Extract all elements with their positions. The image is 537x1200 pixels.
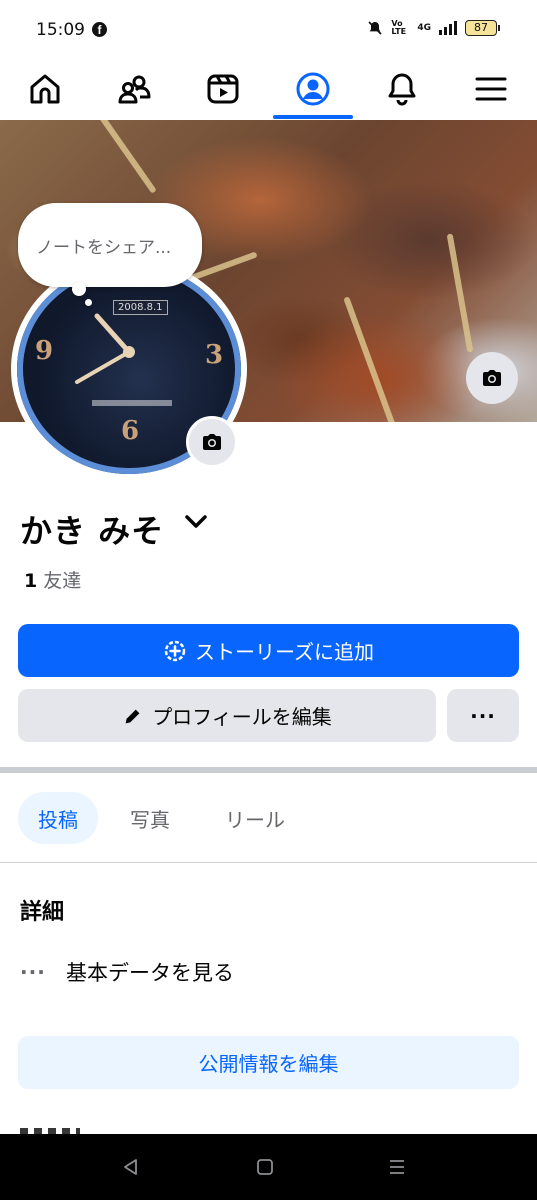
profile-name: かき みそ xyxy=(20,512,165,550)
battery-level: 87 xyxy=(474,21,488,34)
chevron-down-icon[interactable] xyxy=(182,508,210,536)
friend-count-number: 1 xyxy=(24,570,38,592)
more-dots-icon: ··· xyxy=(20,960,46,984)
profile-icon xyxy=(296,72,329,106)
battery-icon: 87 xyxy=(465,20,500,36)
back-button[interactable] xyxy=(116,1152,146,1182)
pencil-icon xyxy=(125,709,140,723)
avatar-camera-button[interactable] xyxy=(186,416,238,468)
more-options-button[interactable]: ··· xyxy=(447,689,519,742)
tab-photos-label: 写真 xyxy=(130,807,170,832)
add-story-icon xyxy=(164,640,186,661)
tab-reels[interactable]: リール xyxy=(205,792,305,844)
tabs-divider xyxy=(0,862,537,863)
home-square-icon xyxy=(257,1159,273,1175)
active-tab-indicator xyxy=(273,115,353,119)
note-placeholder: ノートをシェア... xyxy=(36,237,172,258)
top-navigation xyxy=(0,58,537,120)
edit-profile-button[interactable]: プロフィールを編集 xyxy=(18,689,436,742)
home-icon xyxy=(30,74,59,104)
add-to-story-label: ストーリーズに追加 xyxy=(195,640,374,664)
more-dots-icon: ··· xyxy=(470,703,496,728)
video-icon xyxy=(207,74,238,104)
friends-count[interactable]: 1 友達 xyxy=(24,566,81,593)
cover-camera-button[interactable] xyxy=(466,352,518,404)
add-to-story-button[interactable]: ストーリーズに追加 xyxy=(18,624,519,677)
back-triangle-icon xyxy=(124,1159,137,1175)
status-time: 15:09 xyxy=(36,20,85,40)
nav-profile[interactable] xyxy=(268,58,357,120)
system-navigation-bar xyxy=(0,1134,537,1200)
basic-info-row[interactable]: ··· 基本データを見る xyxy=(20,952,234,992)
tab-reels-label: リール xyxy=(225,807,285,832)
bell-icon xyxy=(388,73,415,106)
tab-posts[interactable]: 投稿 xyxy=(18,792,98,844)
nav-notifications[interactable] xyxy=(357,58,446,120)
recents-button[interactable] xyxy=(382,1152,412,1182)
details-title: 詳細 xyxy=(20,900,65,925)
network-label: 4G xyxy=(417,23,431,33)
facebook-notification-icon: f xyxy=(92,22,107,37)
status-indicators: Vo LTE 4G 87 xyxy=(367,19,500,36)
section-divider xyxy=(0,767,537,773)
tab-photos[interactable]: 写真 xyxy=(110,792,190,844)
friend-count-label: 友達 xyxy=(43,570,82,592)
note-bubble-tail xyxy=(72,282,86,296)
note-bubble-tail-small xyxy=(85,299,92,306)
recents-menu-icon xyxy=(390,1160,404,1174)
home-button[interactable] xyxy=(250,1152,280,1182)
note-bubble[interactable]: ノートをシェア... xyxy=(18,203,202,287)
friends-icon xyxy=(118,75,150,104)
status-bar: 15:09 f Vo LTE 4G 87 xyxy=(0,0,537,58)
menu-icon xyxy=(475,77,506,101)
edit-profile-label: プロフィールを編集 xyxy=(152,705,332,729)
mute-bell-icon xyxy=(368,21,382,35)
profile-tabs: 投稿 写真 リール xyxy=(0,790,537,846)
edit-public-info-button[interactable]: 公開情報を編集 xyxy=(18,1036,519,1089)
edit-public-info-label: 公開情報を編集 xyxy=(198,1052,339,1076)
volte-label: Vo LTE xyxy=(391,19,407,36)
camera-icon xyxy=(203,434,221,450)
tab-posts-label: 投稿 xyxy=(38,807,78,832)
nav-video[interactable] xyxy=(178,58,267,120)
nav-menu[interactable] xyxy=(446,58,535,120)
basic-info-label: 基本データを見る xyxy=(66,961,234,985)
nav-friends[interactable] xyxy=(89,58,178,120)
camera-icon xyxy=(483,370,501,386)
nav-home[interactable] xyxy=(0,58,89,120)
signal-icon xyxy=(439,21,457,35)
